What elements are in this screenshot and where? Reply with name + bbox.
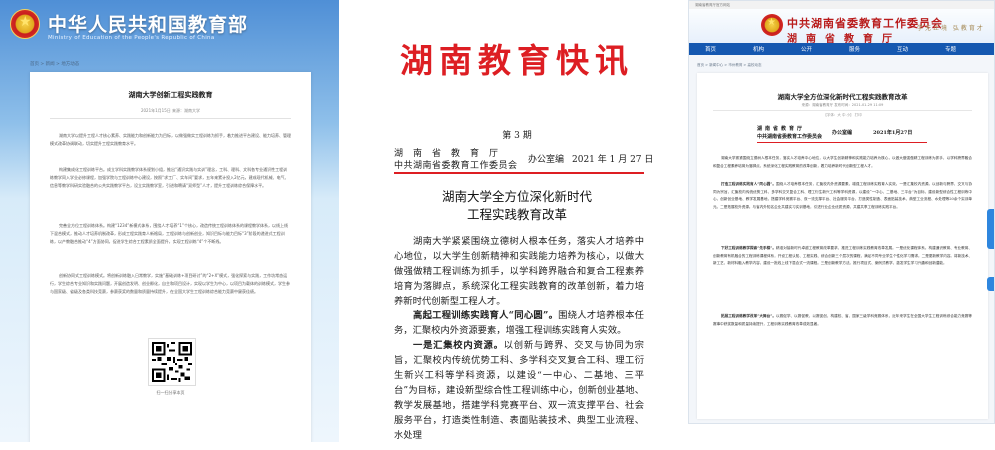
divider (713, 110, 972, 111)
moe-webpage-panel: 中华人民共和国教育部 Ministry of Education of the … (0, 0, 339, 442)
bulletin-paragraph-heading: 高起工程训练实践育人“同心圆”。 (413, 310, 559, 321)
article-meta: 来源：湖南省教育厅 发布时间：2021-01-29 11:09 (801, 103, 884, 107)
qr-caption: 扫一扫分享本页 (156, 390, 185, 395)
divider (50, 118, 291, 119)
article-paragraph: 拓展工程训练教学改革“大舞台”。以赛促学、以赛促教、以赛促创，构建校、省、国家三… (713, 313, 972, 328)
main-nav: 首页 机构 公开 服务 互动 专题 (689, 43, 994, 55)
article-paragraph-text: 围绕人才培养根本任务，汇聚校内外资源要素，增强工程训练实践育人实效。一是汇集校内… (713, 182, 972, 209)
article-paragraph: 湖南大学以提升工程人才核心素养、实践能力和创新能力为目标，以做强做实工程训练为抓… (50, 133, 291, 147)
bulletin-title-line2: 工程实践教育改革 (466, 207, 567, 222)
publisher-org-committee: 中共湖南省委教育工作委员会 (394, 161, 518, 171)
national-emblem-icon (761, 14, 783, 36)
bulletin-paragraph: 湖南大学紧紧围绕立德树人根本任务，落实人才培养中心地位，以大学生创新精神和实践能… (394, 236, 644, 307)
publish-date: 2021年1月27日 (873, 130, 913, 136)
nav-item-home[interactable]: 首页 (705, 45, 716, 53)
article-meta: 2021年1月15日 来源：湖南大学 (140, 108, 201, 113)
moe-site-subtitle: Ministry of Education of the People's Re… (48, 35, 215, 41)
publisher-org-committee: 中共湖南省委教育工作委员会 (757, 134, 823, 140)
article-paragraph-heading: 拓展工程训练教学改革“大舞台”。 (721, 314, 777, 318)
national-emblem-icon (10, 9, 40, 39)
bulletin-paragraph-heading: 一是汇集校内资源。 (413, 340, 504, 351)
article-title: 湖南大学创新工程实践教育 (128, 91, 213, 99)
nav-item-organization[interactable]: 机构 (753, 45, 764, 53)
article-paragraph: 创新协同式工程训练模式。将创新训练融入日常教学，实施“基础训练+项目研讨”的“2… (50, 273, 290, 295)
article-tools[interactable]: 【字体：大 中 小】 打印 (697, 113, 988, 118)
bulletin-title-line1: 湖南大学全方位深化新时代 (441, 189, 592, 204)
article-card: 湖南大学创新工程实践教育 2021年1月15日 来源：湖南大学 湖南大学以提升工… (30, 72, 311, 442)
bulletin-paragraph-text: 以创新与跨界、交叉与协同为宗旨，汇聚校内传统优势工科、多学科交叉复合工科、理工衍… (394, 340, 644, 441)
article-paragraph-heading: 打造工程训练实践育人“同心圆”。 (721, 182, 777, 186)
breadcrumb[interactable]: 首页 > 新闻中心 > 市州教育 > 高校动态 (697, 63, 761, 68)
bulletin-document-panel: 湖南教育快讯 第 3 期 湖南省教育厅 中共湖南省委教育工作委员会 办公室编 2… (372, 0, 662, 450)
back-to-top-tab[interactable] (987, 277, 994, 291)
side-float-tab[interactable] (987, 209, 994, 249)
nav-item-interaction[interactable]: 互动 (897, 45, 908, 53)
red-divider (757, 142, 927, 143)
qr-code-icon (152, 342, 192, 382)
editor-office: 办公室编 (528, 155, 565, 165)
red-divider (394, 172, 644, 174)
editor-office: 办公室编 (832, 130, 853, 136)
publisher-org: 湖南省教育厅 (757, 126, 806, 132)
nav-item-topics[interactable]: 专题 (945, 45, 956, 53)
hunan-site-header: 中共湖南省委教育工作委员会 湖南省教育厅 学无止境 弘教育才 (689, 9, 994, 45)
publish-date: 2021 年 1 月 27 日 (572, 155, 654, 165)
embedded-bulletin-header: 湖南省教育厅 中共湖南省委教育工作委员会 办公室编 2021年1月27日 (757, 125, 927, 147)
hunan-edu-webpage-panel: 湖南省教育厅官方网站 中共湖南省委教育工作委员会 湖南省教育厅 学无止境 弘教育… (688, 0, 995, 424)
moe-site-header: 中华人民共和国教育部 Ministry of Education of the … (0, 0, 339, 50)
article-paragraph: 打造工程训练实践育人“同心圆”。围绕人才培养根本任务，汇聚校内外资源要素，增强工… (713, 181, 972, 211)
article-title: 湖南大学全方位深化新时代工程实践教育改革 (777, 93, 908, 101)
bulletin-masthead: 湖南教育快讯 (400, 41, 634, 80)
article-paragraph: 构建集成化工程训练平台。成立学科实践教学体系规划小组，推出“通识实践与实训”理念… (50, 167, 289, 189)
article-paragraph: 湖南大学紧紧围绕立德树人根本任务，落实人才培养中心地位，以大学生创新精神和实践能… (713, 156, 972, 168)
nav-item-public[interactable]: 公开 (801, 45, 812, 53)
article-paragraph: 下好工程训练教学探索“先手棋”。精准对接新时代卓越工程教育改革要求，推进工程训练… (713, 245, 972, 268)
top-bar: 湖南省教育厅官方网站 (689, 1, 994, 9)
bulletin-paragraph: 一是汇集校内资源。以创新与跨界、交叉与协同为宗旨，汇聚校内传统优势工科、多学科交… (394, 338, 644, 443)
moe-site-title[interactable]: 中华人民共和国教育部 (48, 10, 248, 37)
article-paragraph: 完善全方位工程训练体系。构建“1234”新模式体系，围绕人才培养“1”个核心，改… (50, 223, 289, 245)
nav-item-service[interactable]: 服务 (849, 45, 860, 53)
article-paragraph-heading: 下好工程训练教学探索“先手棋”。 (721, 246, 777, 250)
article-card: 湖南大学全方位深化新时代工程实践教育改革 来源：湖南省教育厅 发布时间：2021… (697, 73, 988, 419)
bulletin-paragraph: 高起工程训练实践育人“同心圆”。围绕人才培养根本任务，汇聚校内外资源要素，增强工… (394, 308, 644, 338)
issue-number: 第 3 期 (502, 131, 532, 141)
site-slogan: 学无止境 弘教育才 (917, 25, 985, 32)
qr-code[interactable] (148, 338, 196, 386)
breadcrumb[interactable]: 首页 > 新闻 > 地方动态 (30, 61, 79, 67)
